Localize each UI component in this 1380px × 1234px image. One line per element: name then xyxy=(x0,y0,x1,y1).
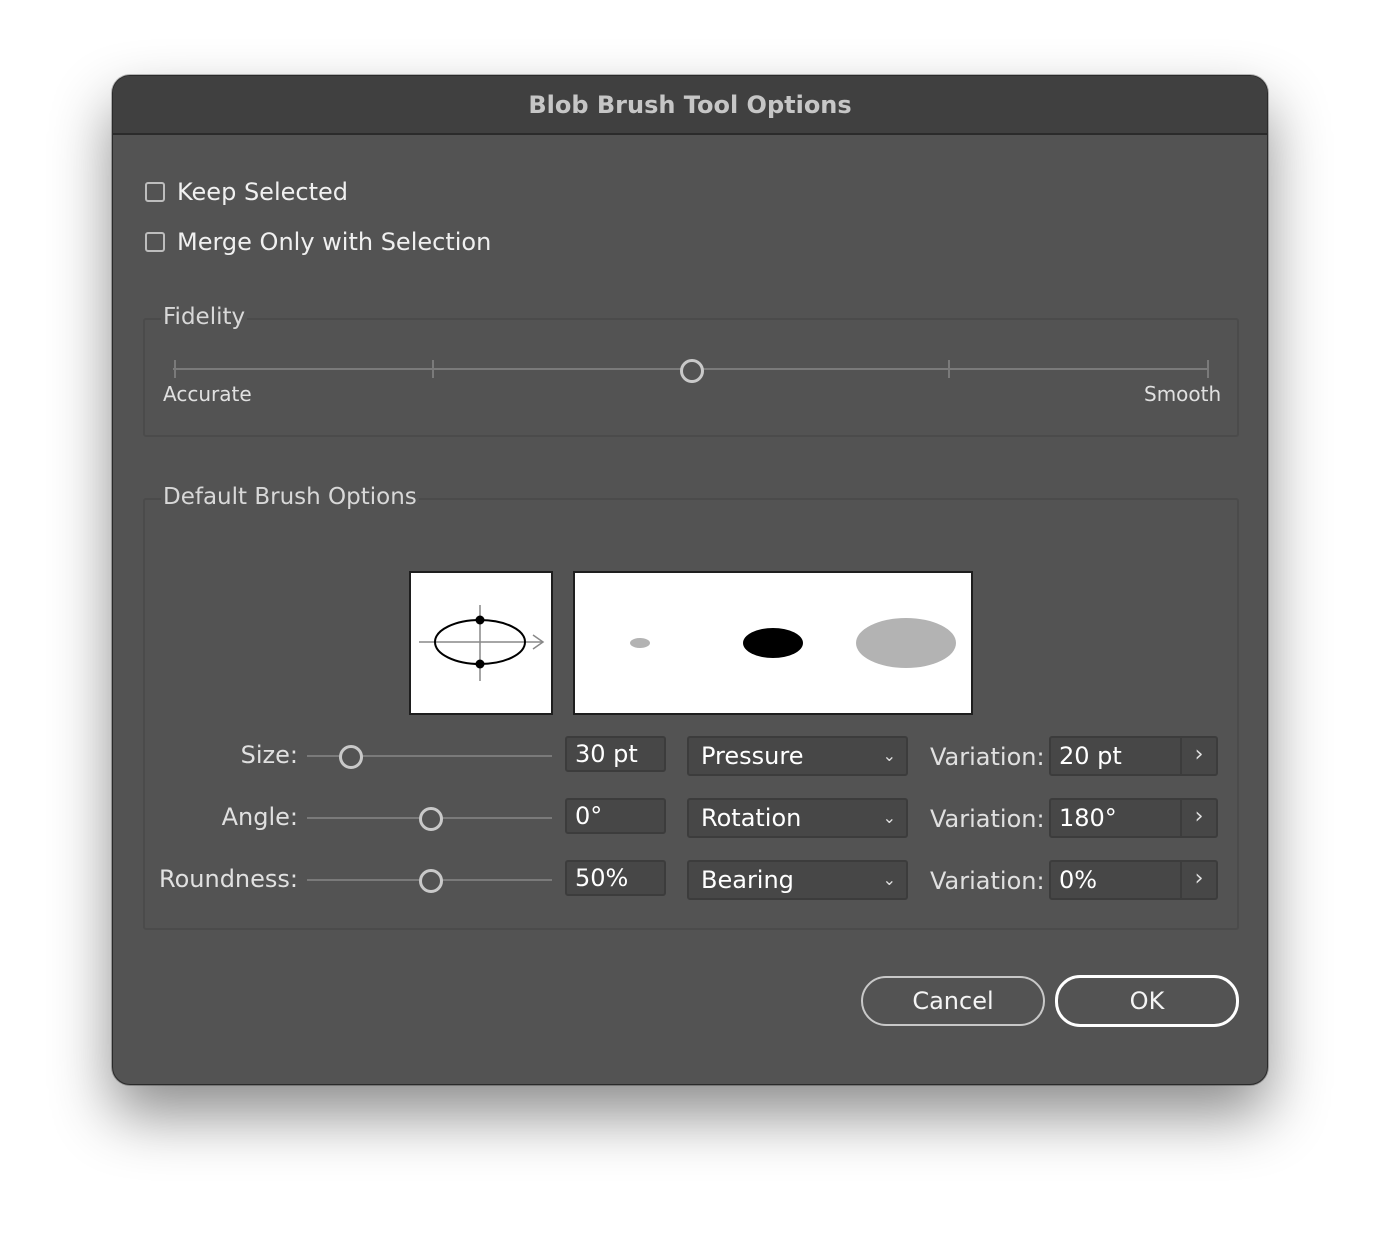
fidelity-tick xyxy=(174,360,176,378)
roundness-mode-value: Bearing xyxy=(701,866,794,894)
angle-variation-value: 180° xyxy=(1059,804,1117,832)
chevron-right-icon[interactable]: › xyxy=(1180,738,1216,774)
size-mode-value: Pressure xyxy=(701,742,804,770)
merge-only-checkbox[interactable]: Merge Only with Selection xyxy=(145,228,491,256)
roundness-variation-label: Variation: xyxy=(930,867,1045,895)
angle-label: Angle: xyxy=(221,803,298,831)
angle-variation-label: Variation: xyxy=(930,805,1045,833)
angle-mode-select[interactable]: Rotation ⌄ xyxy=(687,798,908,838)
fidelity-smooth-label: Smooth xyxy=(1144,382,1222,406)
chevron-down-icon: ⌄ xyxy=(882,746,896,765)
fidelity-tick xyxy=(432,360,434,378)
angle-variation-input[interactable]: 180° › xyxy=(1049,798,1218,838)
cancel-button[interactable]: Cancel xyxy=(861,976,1045,1026)
size-slider-knob[interactable] xyxy=(339,745,363,769)
chevron-right-icon[interactable]: › xyxy=(1180,862,1216,898)
keep-selected-label: Keep Selected xyxy=(177,178,348,206)
size-variation-label: Variation: xyxy=(930,743,1045,771)
roundness-slider-knob[interactable] xyxy=(419,869,443,893)
size-label: Size: xyxy=(240,741,298,769)
angle-slider-knob[interactable] xyxy=(419,807,443,831)
roundness-variation-input[interactable]: 0% › xyxy=(1049,860,1218,900)
brush-shape-icon xyxy=(419,605,545,681)
size-variation-input[interactable]: 20 pt › xyxy=(1049,736,1218,776)
size-variation-value: 20 pt xyxy=(1059,742,1122,770)
roundness-variation-value: 0% xyxy=(1059,866,1098,894)
merge-only-label: Merge Only with Selection xyxy=(177,228,492,256)
keep-selected-checkbox[interactable]: Keep Selected xyxy=(145,178,348,206)
dialog-title: Blob Brush Tool Options xyxy=(113,76,1267,135)
angle-input[interactable]: 0° xyxy=(565,798,666,834)
size-mode-select[interactable]: Pressure ⌄ xyxy=(687,736,908,776)
chevron-down-icon: ⌄ xyxy=(882,808,896,827)
brush-shape-editor[interactable] xyxy=(409,571,553,715)
fidelity-accurate-label: Accurate xyxy=(163,382,252,406)
brush-options-label: Default Brush Options xyxy=(161,484,419,510)
chevron-right-icon[interactable]: › xyxy=(1180,800,1216,836)
chevron-down-icon: ⌄ xyxy=(882,870,896,889)
ok-button[interactable]: OK xyxy=(1055,975,1239,1027)
brush-stroke-preview xyxy=(573,571,973,715)
fidelity-tick xyxy=(948,360,950,378)
checkbox-box[interactable] xyxy=(145,182,165,202)
size-input[interactable]: 30 pt xyxy=(565,736,666,772)
fidelity-tick xyxy=(1207,360,1209,378)
angle-mode-value: Rotation xyxy=(701,804,802,832)
checkbox-box[interactable] xyxy=(145,232,165,252)
roundness-mode-select[interactable]: Bearing ⌄ xyxy=(687,860,908,900)
roundness-input[interactable]: 50% xyxy=(565,860,666,896)
blob-brush-dialog: Blob Brush Tool Options Keep Selected Me… xyxy=(112,75,1268,1085)
fidelity-label: Fidelity xyxy=(161,304,248,330)
fidelity-slider-knob[interactable] xyxy=(680,359,704,383)
brush-preview-shapes xyxy=(630,618,956,668)
roundness-label: Roundness: xyxy=(158,865,298,893)
